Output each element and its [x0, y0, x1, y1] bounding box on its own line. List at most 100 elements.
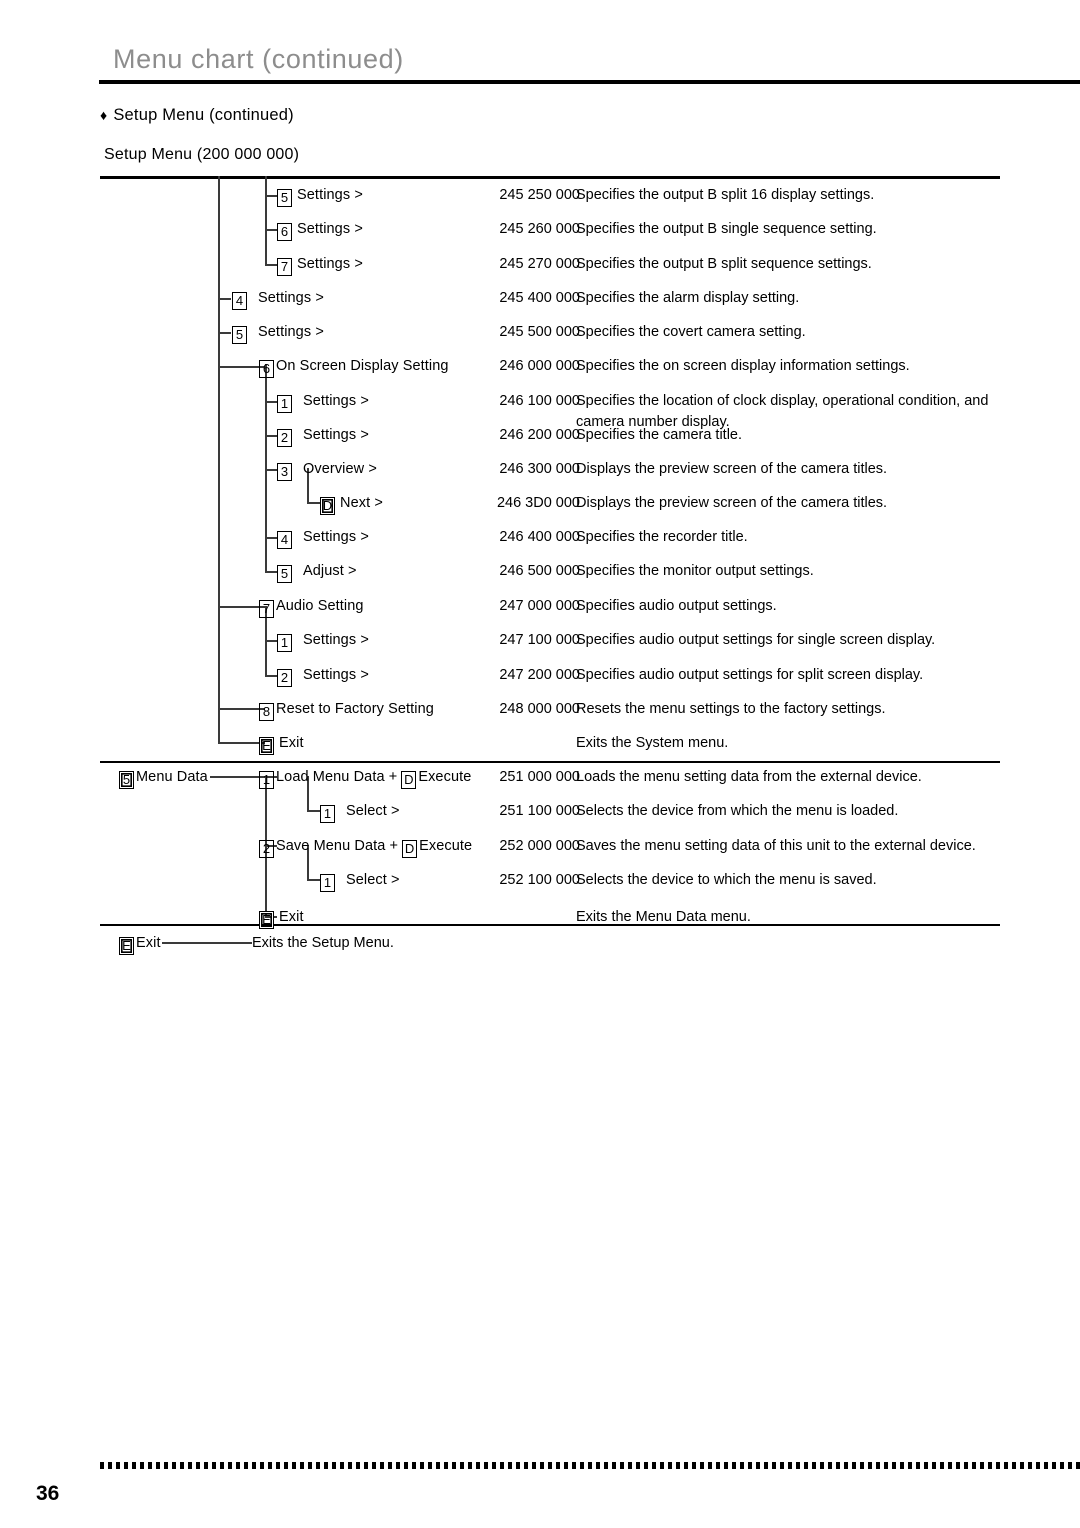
row-label-text: Exit	[279, 909, 304, 925]
row-desc: Specifies the output B split 16 display …	[576, 187, 875, 203]
key-glyph: 6	[277, 223, 292, 241]
row-code: 248 000 000	[499, 701, 580, 717]
row-label: 6 Settings >	[276, 219, 363, 241]
row-desc: Displays the preview screen of the camer…	[576, 461, 888, 477]
row-label: 1 Select >	[319, 870, 400, 892]
row-label-text: Exit	[136, 935, 161, 951]
chart-row: 7 Settings > 245 270 000 Specifies the ou…	[100, 254, 1000, 276]
chart-row: 1 Select > 251 100 000 Selects the device…	[100, 801, 1000, 823]
row-label: 2 Settings >	[276, 425, 369, 447]
chart-row: 6 Settings > 245 260 000 Specifies the ou…	[100, 219, 1000, 241]
page-number: 36	[36, 1482, 60, 1505]
chart-row: E Exit Exits the Menu Data menu.	[100, 907, 1000, 929]
chart-row: 1 Select > 252 100 000 Selects the device…	[100, 870, 1000, 892]
key-glyph: 1	[320, 874, 335, 892]
row-label: E Exit	[118, 933, 161, 955]
chart-row: E Exit Exits the Setup Menu.	[100, 933, 1000, 955]
key-glyph: 8	[259, 703, 274, 721]
row-code: 251 100 000	[499, 803, 580, 819]
title-divider	[99, 80, 1080, 84]
key-glyph: 5	[277, 565, 292, 583]
row-code: 245 270 000	[499, 256, 580, 272]
key-glyph: 5	[277, 189, 292, 207]
section-heading-label: Setup Menu (continued)	[113, 106, 294, 124]
chart-row: 5 Adjust > 246 500 000 Specifies the moni…	[100, 561, 1000, 583]
row-label-text: Settings >	[297, 256, 363, 272]
key-glyph: 6	[259, 360, 274, 378]
row-code: 252 100 000	[499, 872, 580, 888]
row-code: 252 000 000	[499, 838, 580, 854]
row-label: 5 Settings >	[276, 185, 363, 207]
key-glyph: E	[119, 937, 134, 955]
key-glyph: 5	[232, 326, 247, 344]
key-glyph-secondary: D	[402, 840, 418, 858]
row-label-text: Audio Setting	[276, 598, 364, 614]
row-label: 3 Overview >	[276, 459, 377, 481]
row-desc: Specifies the covert camera setting.	[576, 324, 806, 340]
footer-dotted-rule	[100, 1462, 1080, 1469]
row-desc: Specifies the on screen display informat…	[576, 358, 910, 374]
row-label-text: Settings >	[258, 324, 324, 340]
chart-row: 4 Settings > 246 400 000 Specifies the re…	[100, 527, 1000, 549]
row-desc: Exits the Menu Data menu.	[576, 909, 751, 925]
row-label-text: Settings >	[303, 529, 369, 545]
row-desc: Displays the preview screen of the camer…	[576, 495, 888, 511]
row-label-text: Load Menu Data +	[276, 769, 398, 785]
row-code: 251 000 000	[499, 769, 580, 785]
row-desc: Specifies the output B single sequence s…	[576, 221, 877, 237]
row-code: 246 000 000	[499, 358, 580, 374]
row-label: 2 Save Menu Data + D Execute	[258, 836, 472, 858]
chart-top-rule	[100, 176, 1000, 179]
page-title: Menu chart (continued)	[113, 44, 404, 74]
row-desc: Exits the System menu.	[576, 735, 729, 751]
row-code: 246 100 000	[499, 393, 580, 409]
row-label: 7 Settings >	[276, 254, 363, 276]
row-label: 6 On Screen Display Setting	[258, 356, 449, 378]
row-label-text: Settings >	[258, 290, 324, 306]
row-label: 1 Load Menu Data + D Execute	[258, 767, 471, 789]
row-label-text: Overview >	[303, 461, 377, 477]
row-label: 8 Reset to Factory Setting	[258, 699, 434, 721]
row-label-text: Settings >	[303, 393, 369, 409]
row-label-text: Settings >	[297, 187, 363, 203]
diamond-bullet-icon: ♦	[100, 107, 108, 123]
row-code: 246 3D0 000	[496, 495, 580, 511]
row-desc: Specifies the location of clock display,…	[576, 393, 989, 409]
row-label-text-secondary: Execute	[419, 838, 473, 854]
key-glyph: 7	[277, 258, 292, 276]
chart-row: E Exit Exits the System menu.	[100, 733, 1000, 755]
row-label: 2 Settings >	[276, 665, 369, 687]
row-desc: Specifies the output B split sequence se…	[576, 256, 872, 272]
row-desc: Specifies the recorder title.	[576, 529, 748, 545]
row-label-text: Settings >	[303, 632, 369, 648]
row-code: 245 260 000	[499, 221, 580, 237]
key-glyph: 4	[277, 531, 292, 549]
row-label-text-secondary: Execute	[418, 769, 472, 785]
key-glyph: 2	[259, 840, 274, 858]
chart-row: 2 Save Menu Data + D Execute 252 000 000 Sa…	[100, 836, 1000, 858]
row-label-text: Adjust >	[303, 563, 357, 579]
row-label: 1 Settings >	[276, 630, 369, 652]
row-label-text: Exit	[279, 735, 304, 751]
row-desc: Specifies audio output settings for sing…	[576, 632, 936, 648]
chart-row: 5 Settings > 245 250 000 Specifies the ou…	[100, 185, 1000, 207]
row-label: E Exit	[258, 733, 304, 755]
section-heading: ♦ Setup Menu (continued)	[100, 106, 294, 125]
row-label: E Exit	[258, 907, 304, 929]
chart-row: 1 Settings > 247 100 000 Specifies audio …	[100, 630, 1000, 652]
row-label: D Next >	[319, 493, 383, 515]
key-glyph: 4	[232, 292, 247, 310]
row-label-text: Settings >	[303, 427, 369, 443]
row-desc: Selects the device from which the menu i…	[576, 803, 899, 819]
chart-row: D Next > 246 3D0 000 Displays the preview…	[100, 493, 1000, 515]
row-code: 247 200 000	[499, 667, 580, 683]
row-code: 245 400 000	[499, 290, 580, 306]
key-glyph: 1	[320, 805, 335, 823]
row-label-text: On Screen Display Setting	[276, 358, 449, 374]
key-glyph: E	[259, 737, 274, 755]
key-glyph: 1	[277, 634, 292, 652]
row-code: 247 000 000	[499, 598, 580, 614]
row-desc: Specifies audio output settings for spli…	[576, 667, 924, 683]
row-label-text: Settings >	[303, 667, 369, 683]
row-label-text: Reset to Factory Setting	[276, 701, 434, 717]
